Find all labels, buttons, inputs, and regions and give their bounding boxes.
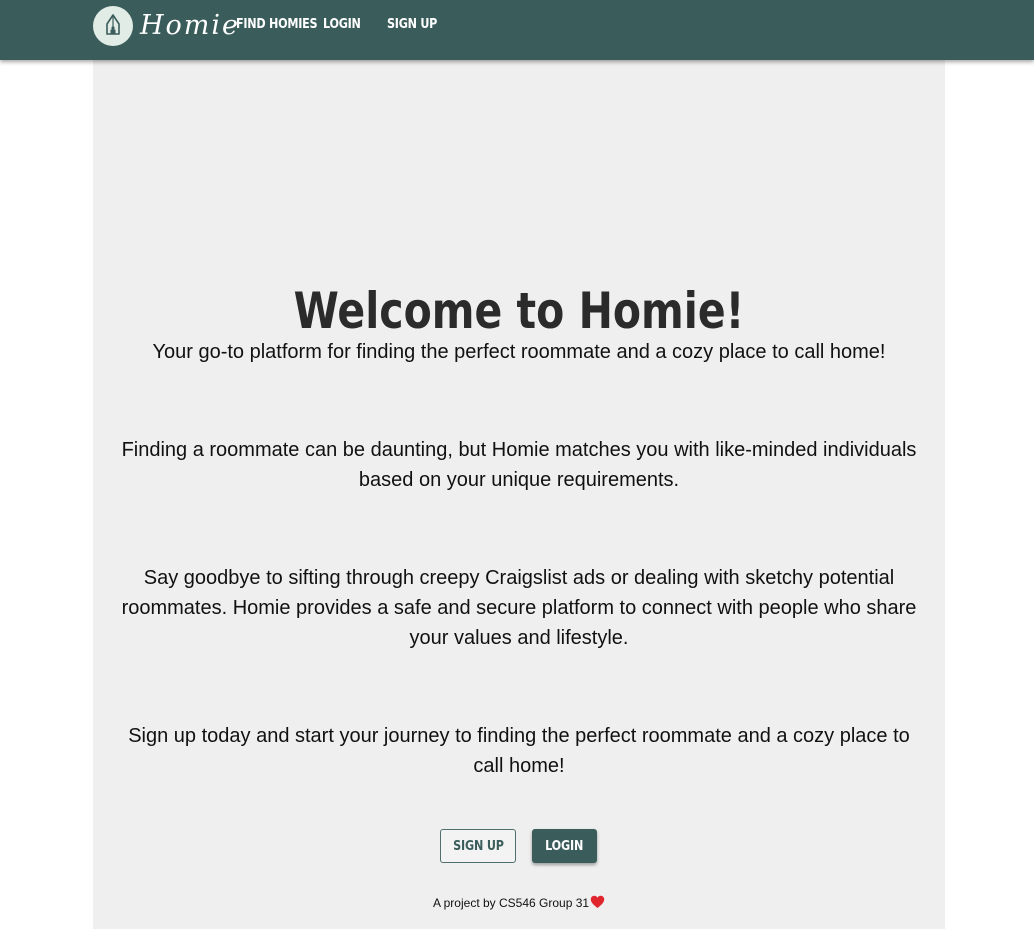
safety-paragraph: Say goodbye to sifting through creepy Cr…: [121, 567, 917, 649]
nav-link-find-homies[interactable]: FIND HOMIES: [236, 17, 318, 32]
page-title: Welcome to Homie!: [293, 282, 745, 340]
footer: A project by CS546 Group 31: [93, 895, 945, 913]
login-button[interactable]: LOGIN: [532, 829, 597, 863]
footer-text: A project by CS546 Group 31: [432, 896, 590, 911]
cta-paragraph: Sign up today and start your journey to …: [128, 725, 910, 777]
intro-paragraph: Your go-to platform for finding the perf…: [152, 341, 886, 363]
signup-button[interactable]: SIGN UP: [440, 829, 516, 863]
nav-link-login[interactable]: LOGIN: [323, 17, 361, 32]
top-navbar: Homie FIND HOMIES LOGIN SIGN UP: [0, 0, 1034, 60]
heart-icon: [590, 895, 605, 913]
house-pen-logo-icon: [93, 6, 133, 46]
login-button-label: LOGIN: [545, 838, 584, 854]
brand[interactable]: Homie: [93, 6, 240, 46]
signup-button-label: SIGN UP: [452, 838, 504, 854]
brand-name: Homie: [140, 10, 241, 41]
nav-link-sign-up[interactable]: SIGN UP: [387, 17, 437, 32]
matching-paragraph: Finding a roommate can be daunting, but …: [121, 439, 917, 491]
main-content-panel: Welcome to Homie! Your go-to platform fo…: [93, 60, 945, 929]
